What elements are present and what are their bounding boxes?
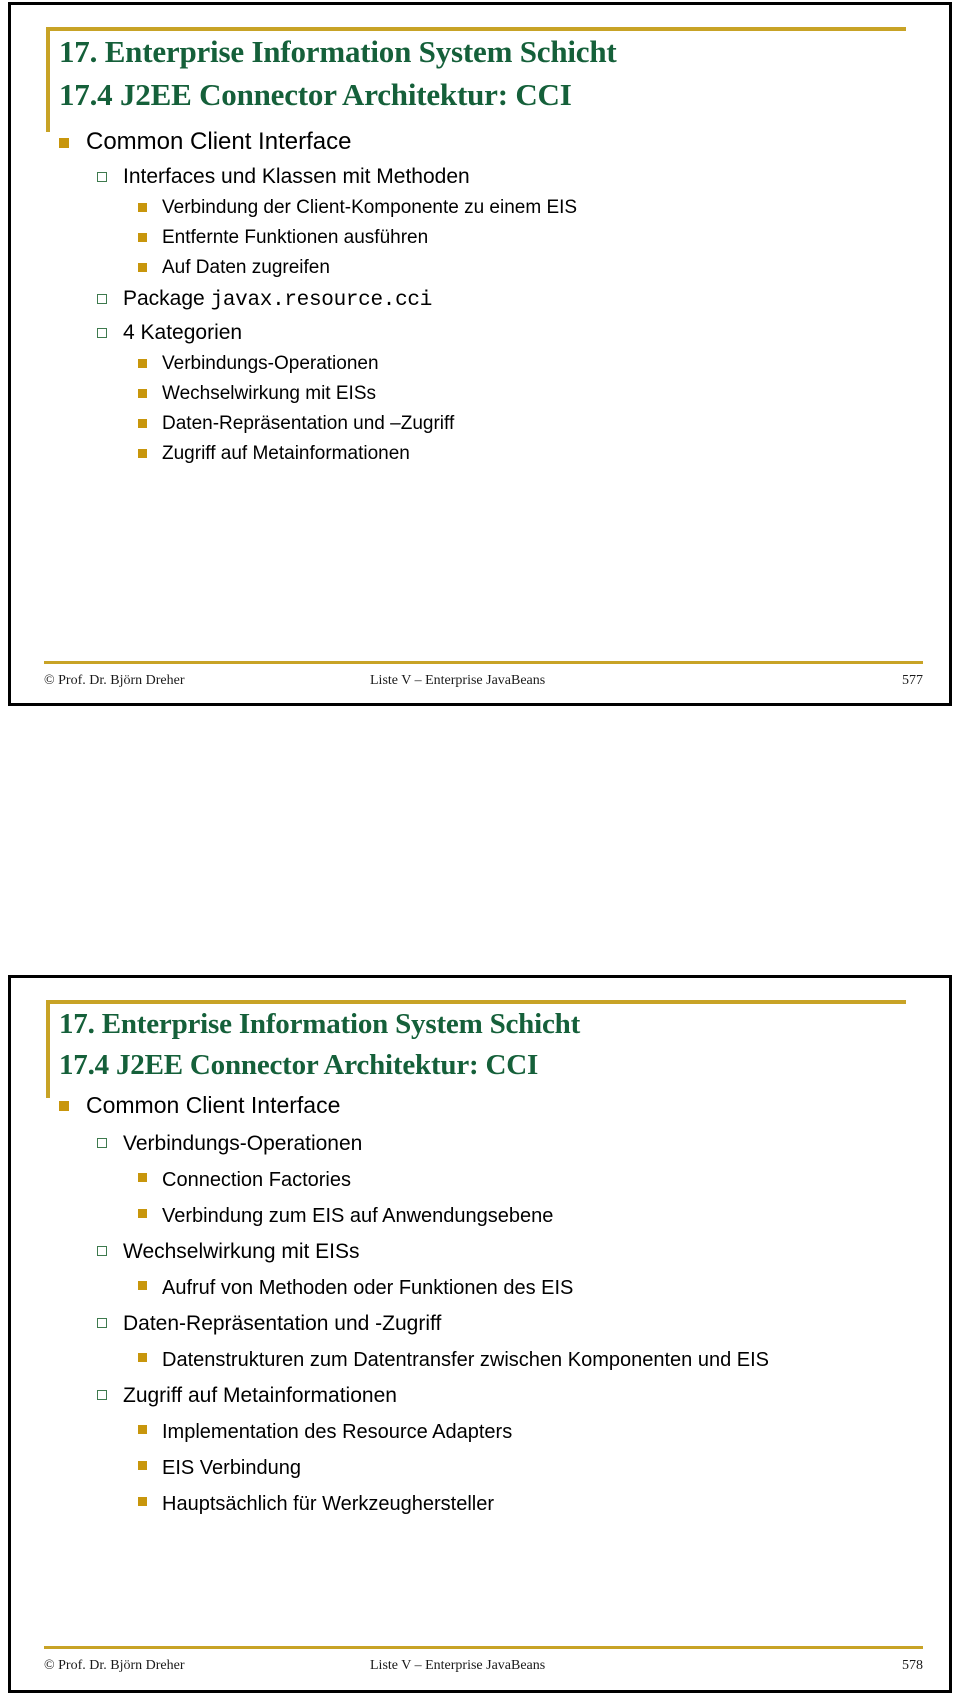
slide-577: 17. Enterprise Information System Schich… (8, 2, 952, 706)
bullet-square-outline-icon (97, 1390, 107, 1400)
bullet-square-filled-icon (138, 233, 147, 242)
bullet-item-level-3: Entfernte Funktionen ausführen (59, 225, 919, 250)
bullet-square-filled-icon (138, 389, 147, 398)
bullet-label: Package javax.resource.cci (123, 287, 433, 312)
bullet-item-level-2: Interfaces und Klassen mit Methoden (59, 163, 919, 190)
slide-578: 17. Enterprise Information System Schich… (8, 975, 952, 1693)
bullet-label: Verbindungs-Operationen (123, 1132, 363, 1155)
bullet-label: Connection Factories (162, 1169, 351, 1191)
bullet-item-level-2: Verbindungs-Operationen (59, 1129, 919, 1159)
bullet-label: EIS Verbindung (162, 1457, 301, 1479)
footer-page-number: 577 (902, 673, 923, 688)
bullet-square-filled-icon (138, 1461, 147, 1470)
bullet-label: Wechselwirkung mit EISs (123, 1240, 360, 1263)
bullet-square-filled-icon (59, 1101, 69, 1111)
bullet-item-level-1: Common Client Interface (59, 1090, 919, 1121)
bullet-square-filled-icon (59, 138, 69, 148)
bullet-item-level-3: Auf Daten zugreifen (59, 255, 919, 280)
bullet-label: Verbindungs-Operationen (162, 353, 379, 374)
bullet-item-level-3: Wechselwirkung mit EISs (59, 381, 919, 406)
bullet-label: Implementation des Resource Adapters (162, 1421, 513, 1443)
bullet-item-level-3: EIS Verbindung (59, 1453, 919, 1483)
bullet-square-filled-icon (138, 1425, 147, 1434)
bullet-label: Zugriff auf Metainformationen (162, 443, 410, 464)
bullet-square-filled-icon (138, 359, 147, 368)
bullet-item-level-3: Verbindungs-Operationen (59, 351, 919, 376)
gold-accent-vertical-bar (46, 1000, 50, 1098)
bullet-item-level-3: Aufruf von Methoden oder Funktionen des … (59, 1273, 919, 1303)
footer-divider (44, 1646, 923, 1649)
slide-title: 17. Enterprise Information System Schich… (59, 31, 617, 117)
bullet-square-outline-icon (97, 1246, 107, 1256)
bullet-square-outline-icon (97, 294, 107, 304)
slide-title: 17. Enterprise Information System Schich… (59, 1004, 580, 1085)
bullet-square-filled-icon (138, 1281, 147, 1290)
bullet-item-level-2: Wechselwirkung mit EISs (59, 1237, 919, 1267)
footer-author: © Prof. Dr. Björn Dreher (44, 673, 185, 688)
bullet-label: Daten-Repräsentation und –Zugriff (162, 413, 455, 434)
bullet-label: Zugriff auf Metainformationen (123, 1384, 397, 1407)
bullet-square-outline-icon (97, 1318, 107, 1328)
bullet-square-outline-icon (97, 172, 107, 182)
bullet-item-level-3: Verbindung der Client-Komponente zu eine… (59, 195, 919, 220)
bullet-item-level-3: Daten-Repräsentation und –Zugriff (59, 411, 919, 436)
bullet-square-filled-icon (138, 1209, 147, 1218)
slide-footer: © Prof. Dr. Björn Dreher Liste V – Enter… (44, 1646, 923, 1674)
bullet-label: 4 Kategorien (123, 321, 243, 344)
bullet-square-filled-icon (138, 203, 147, 212)
bullet-label: Auf Daten zugreifen (162, 257, 330, 278)
bullet-item-level-1: Common Client Interface (59, 127, 919, 157)
bullet-label: Verbindung der Client-Komponente zu eine… (162, 197, 578, 218)
slide-title-line-2: 17.4 J2EE Connector Architektur: CCI (59, 1048, 539, 1081)
bullet-item-level-3: Datenstrukturen zum Datentransfer zwisch… (59, 1345, 919, 1375)
bullet-label: Aufruf von Methoden oder Funktionen des … (162, 1277, 574, 1299)
bullet-item-level-2: Zugriff auf Metainformationen (59, 1381, 919, 1411)
bullet-item-level-2: Package javax.resource.cci (59, 285, 919, 314)
bullet-label: Wechselwirkung mit EISs (162, 383, 376, 404)
gold-accent-vertical-bar (46, 27, 50, 132)
bullet-item-level-3: Connection Factories (59, 1165, 919, 1195)
bullet-label: Datenstrukturen zum Datentransfer zwisch… (162, 1349, 769, 1371)
slide-title-line-1: 17. Enterprise Information System Schich… (59, 34, 617, 69)
slide-bullet-list: Common Client Interface Verbindungs-Opera… (59, 1090, 919, 1525)
bullet-square-filled-icon (138, 263, 147, 272)
footer-subject: Liste V – Enterprise JavaBeans (370, 1658, 546, 1673)
package-name-code: javax.resource.cci (210, 289, 433, 312)
footer-subject: Liste V – Enterprise JavaBeans (370, 673, 546, 688)
bullet-label: Daten-Repräsentation und -Zugriff (123, 1312, 442, 1335)
slide-bullet-list: Common Client Interface Interfaces und Kl… (59, 127, 919, 471)
bullet-label: Verbindung zum EIS auf Anwendungsebene (162, 1205, 554, 1227)
bullet-item-level-3: Zugriff auf Metainformationen (59, 441, 919, 466)
footer-divider (44, 661, 923, 664)
bullet-item-level-2: 4 Kategorien (59, 319, 919, 346)
footer-page-number: 578 (902, 1658, 923, 1673)
footer-author: © Prof. Dr. Björn Dreher (44, 1658, 185, 1673)
bullet-label: Interfaces und Klassen mit Methoden (123, 165, 470, 188)
bullet-item-level-3: Implementation des Resource Adapters (59, 1417, 919, 1447)
slide-title-line-1: 17. Enterprise Information System Schich… (59, 1008, 581, 1040)
bullet-square-filled-icon (138, 419, 147, 428)
bullet-item-level-2: Daten-Repräsentation und -Zugriff (59, 1309, 919, 1339)
bullet-item-level-3: Hauptsächlich für Werkzeughersteller (59, 1489, 919, 1519)
bullet-label: Common Client Interface (86, 128, 352, 155)
bullet-label: Entfernte Funktionen ausführen (162, 227, 429, 248)
bullet-label: Hauptsächlich für Werkzeughersteller (162, 1493, 495, 1515)
bullet-square-outline-icon (97, 328, 107, 338)
bullet-square-filled-icon (138, 449, 147, 458)
slide-footer: © Prof. Dr. Björn Dreher Liste V – Enter… (44, 661, 923, 689)
bullet-square-filled-icon (138, 1353, 147, 1362)
bullet-square-outline-icon (97, 1138, 107, 1148)
document-page: 17. Enterprise Information System Schich… (0, 0, 960, 1695)
bullet-item-level-3: Verbindung zum EIS auf Anwendungsebene (59, 1201, 919, 1231)
slide-title-line-2: 17.4 J2EE Connector Architektur: CCI (59, 76, 572, 112)
bullet-square-filled-icon (138, 1497, 147, 1506)
bullet-label: Common Client Interface (86, 1092, 341, 1118)
bullet-square-filled-icon (138, 1173, 147, 1182)
